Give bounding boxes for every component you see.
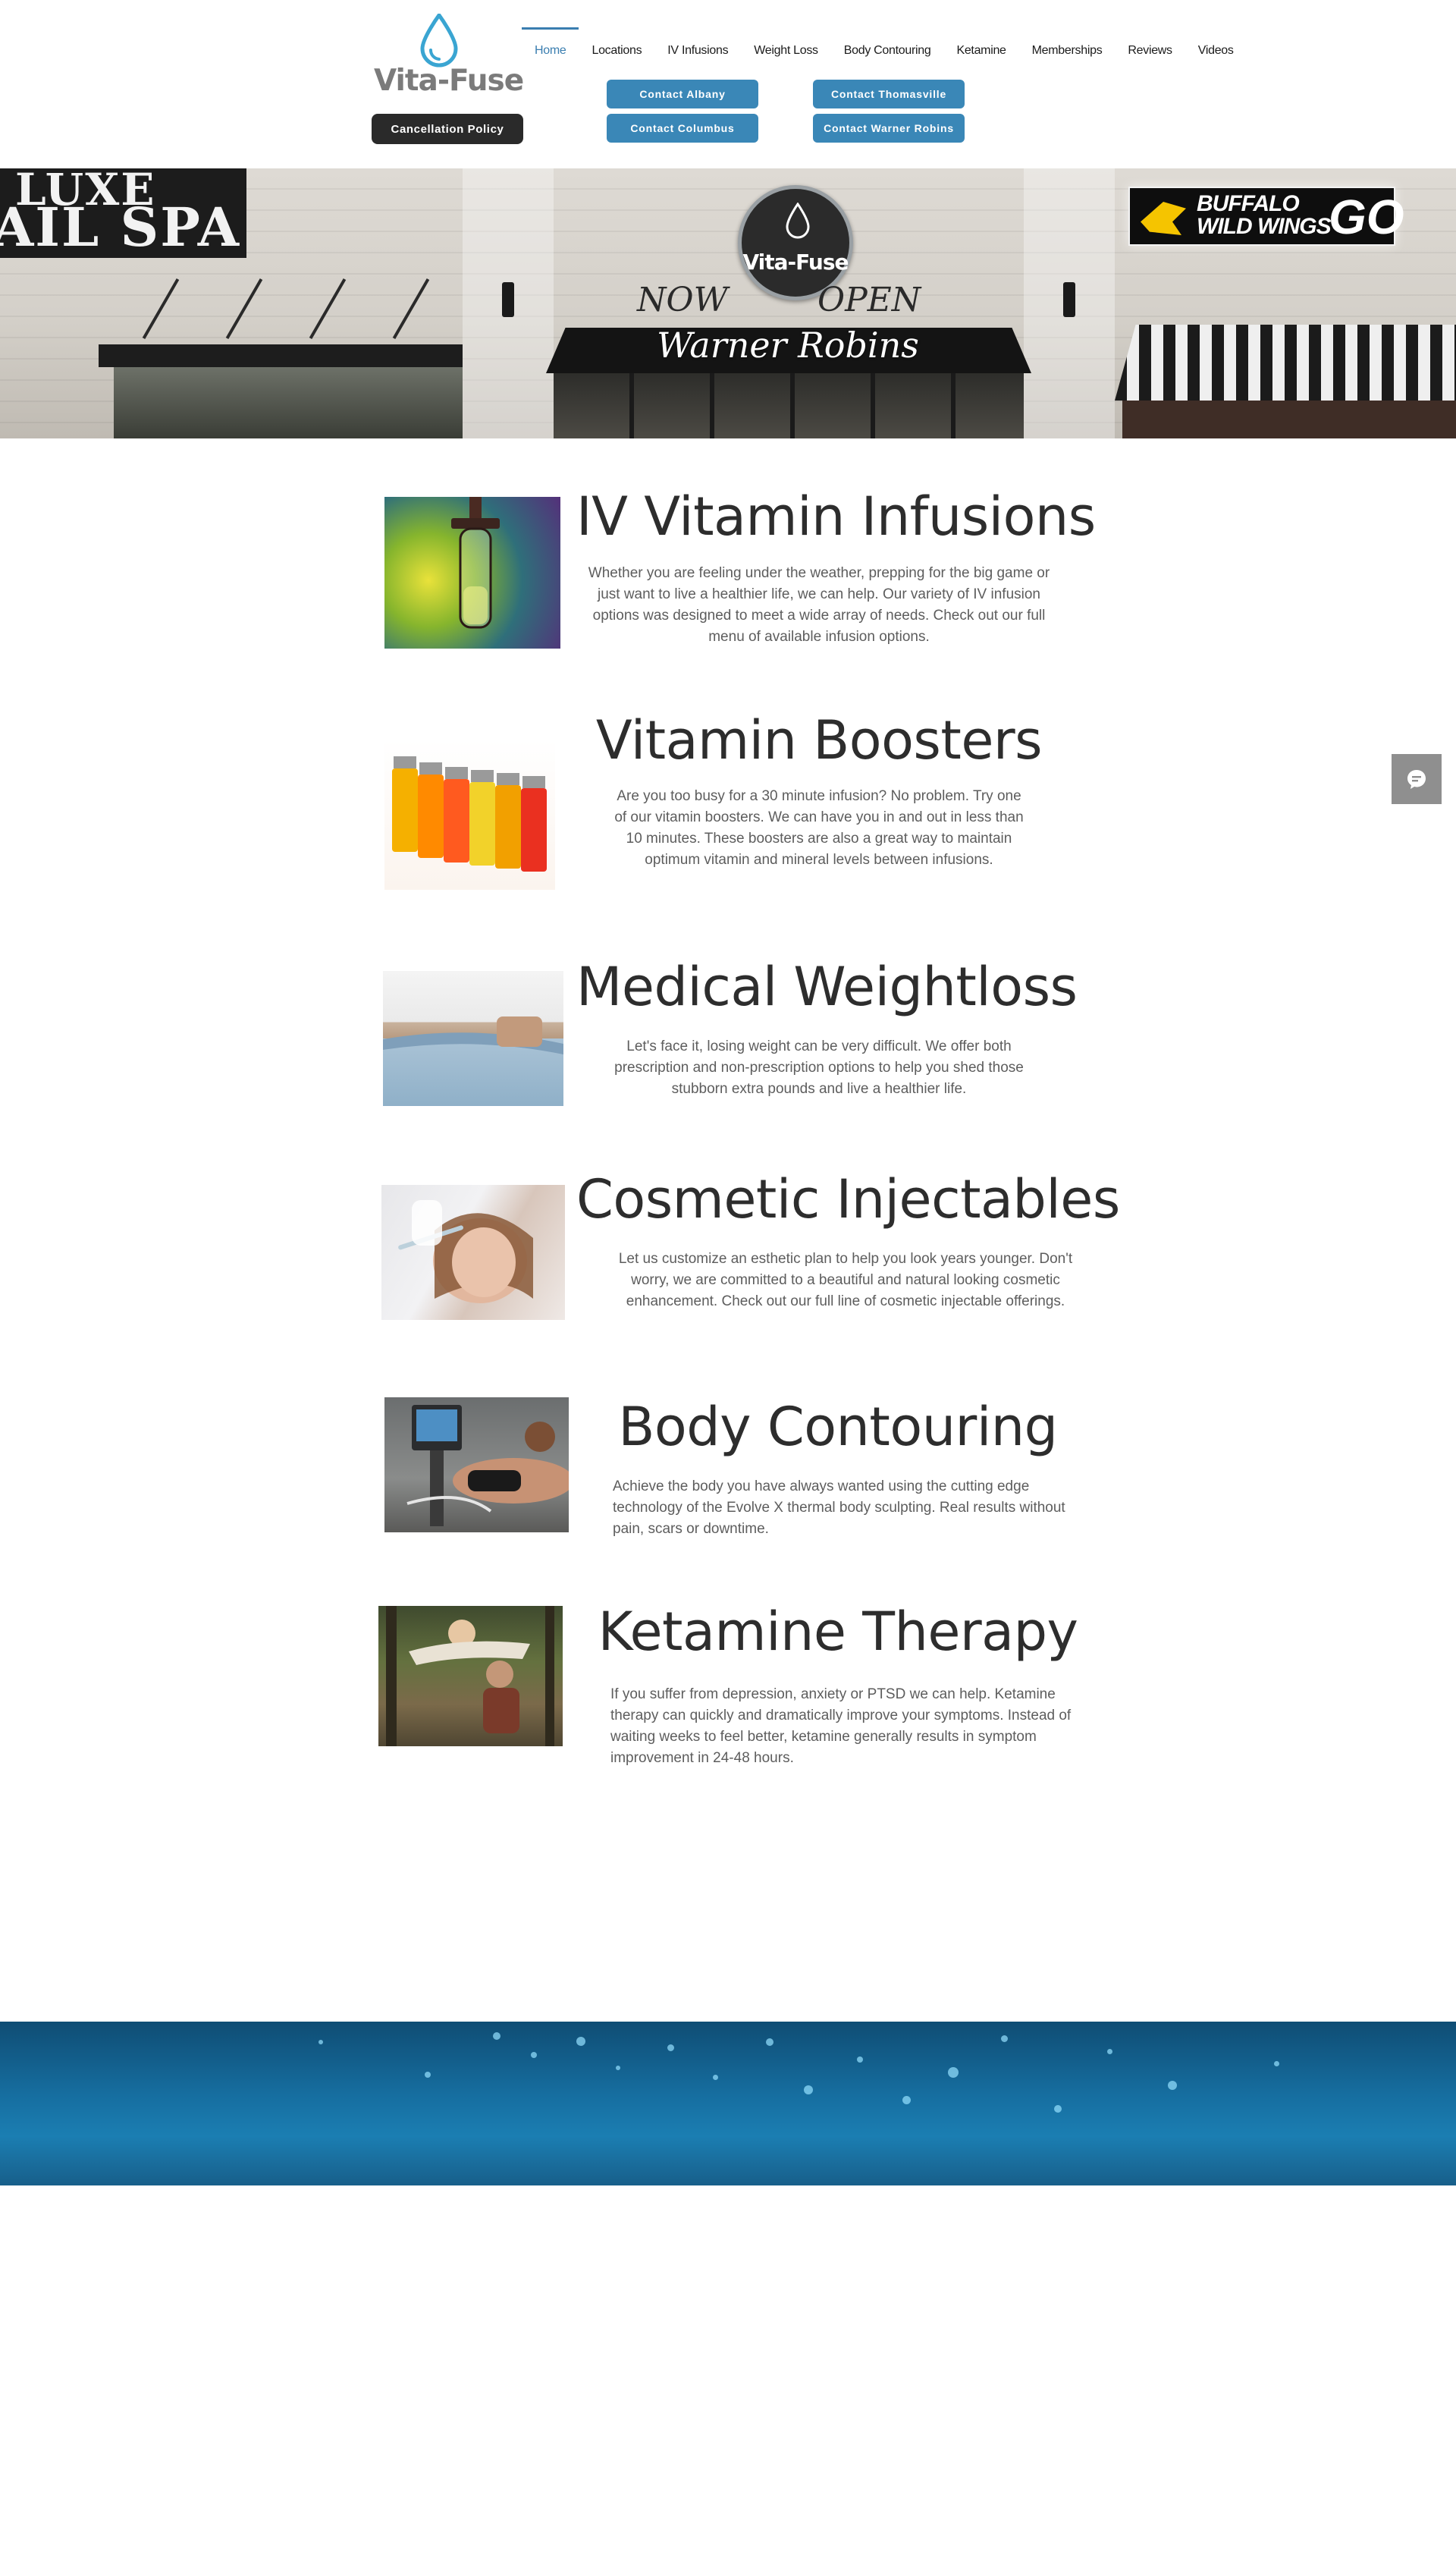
weightloss-image[interactable] [383,971,563,1106]
bubble [804,2085,813,2094]
nav-item-weight-loss[interactable]: Weight Loss [741,27,830,80]
contact-albany-button[interactable]: Contact Albany [607,80,758,108]
bubble [616,2066,620,2070]
contact-columbus-button[interactable]: Contact Columbus [607,114,758,143]
bubble [1107,2049,1112,2054]
left-storefront-window [114,367,463,438]
nav-item-locations[interactable]: Locations [579,27,654,80]
left-awning [99,344,463,367]
service-description: Achieve the body you have always wanted … [613,1478,1065,1537]
wall-lamp [502,282,514,317]
buffalo-wild-wings-sign: BUFFALO WILD WINGS GO [1128,187,1404,246]
site-header: Vita-Fuse Cancellation Policy Home Locat… [0,0,1456,168]
service-title: Medical Weightloss [576,956,1078,1018]
service-title: Ketamine Therapy [598,1601,1078,1663]
water-drop-icon [786,203,810,239]
bubble [531,2052,537,2058]
bubble [948,2067,959,2078]
iv-infusion-image[interactable] [384,497,560,649]
bubble [857,2057,863,2063]
nav-item-iv-infusions[interactable]: IV Infusions [654,27,741,80]
service-description: Are you too busy for a 30 minute infusio… [614,788,1024,868]
water-drop-logo-icon[interactable] [419,14,459,68]
nav-item-body-contouring[interactable]: Body Contouring [831,27,944,80]
nav-item-reviews[interactable]: Reviews [1115,27,1185,80]
window-panes [554,373,1024,438]
bubble [1054,2105,1062,2113]
service-title: Vitamin Boosters [595,709,1043,771]
nail-spa-sign: LUXE AIL SPA [0,168,246,259]
nav-item-memberships[interactable]: Memberships [1019,27,1116,80]
bubble [318,2040,323,2044]
hero-storefront-banner: LUXE AIL SPA Vita-Fuse NOW OPEN Warner R… [0,168,1456,438]
contact-warner-robins-button[interactable]: Contact Warner Robins [813,114,965,143]
injection-icon [398,1200,533,1303]
service-title: Cosmetic Injectables [576,1168,1120,1230]
now-text: NOW [637,281,728,319]
nav-item-videos[interactable]: Videos [1185,27,1247,80]
service-description: Whether you are feeling under the weathe… [588,565,1050,645]
bubble [576,2037,585,2046]
bubble [1168,2081,1177,2090]
bubble [1274,2061,1279,2066]
bubble [902,2096,911,2104]
vitamin-boosters-image[interactable] [384,740,555,890]
cosmetic-injectables-image[interactable] [381,1185,565,1320]
bww-sign-go: GO [1329,190,1404,244]
service-description: If you suffer from depression, anxiety o… [610,1686,1072,1766]
chat-widget-button[interactable] [1392,754,1442,804]
main-nav: Home Locations IV Infusions Weight Loss … [522,27,1247,80]
nav-item-ketamine[interactable]: Ketamine [943,27,1018,80]
storefront-logo-text: Vita-Fuse [742,250,849,275]
bubble [713,2075,718,2080]
chat-icon [1407,770,1426,789]
happy-couple-icon [386,1606,554,1746]
bww-sign-line1: BUFFALO [1197,191,1300,216]
service-title: IV Vitamin Infusions [576,485,1096,548]
body-contouring-image[interactable] [384,1397,569,1532]
striped-awning [1115,325,1456,401]
nail-spa-sign-line2: AIL SPA [0,196,241,259]
brand-logo-text[interactable]: Vita-Fuse [374,64,524,98]
waistband-icon [383,1016,563,1054]
contouring-device-icon [406,1405,569,1526]
bww-sign-line2: WILD WINGS [1197,214,1332,239]
wall-lamp [1063,282,1075,317]
location-text: Warner Robins [657,325,919,366]
nav-item-home[interactable]: Home [522,27,579,80]
vials-icon [392,756,547,872]
iv-drip-icon [451,497,500,629]
buffalo-logo-icon [1141,202,1186,235]
ketamine-therapy-image[interactable] [378,1606,563,1746]
service-description: Let us customize an esthetic plan to hel… [618,1251,1073,1309]
cancellation-policy-button[interactable]: Cancellation Policy [372,114,523,144]
bubble [1001,2035,1008,2042]
bubble [766,2038,774,2046]
bubble [667,2044,674,2051]
right-storefront-window [1122,401,1456,438]
service-title: Body Contouring [618,1396,1058,1458]
contact-thomasville-button[interactable]: Contact Thomasville [813,80,965,108]
water-bubbles-banner [0,2022,1456,2185]
service-description: Let's face it, losing weight can be very… [614,1038,1024,1097]
bubble [425,2072,431,2078]
open-text: OPEN [817,281,921,319]
bubble [493,2032,500,2040]
